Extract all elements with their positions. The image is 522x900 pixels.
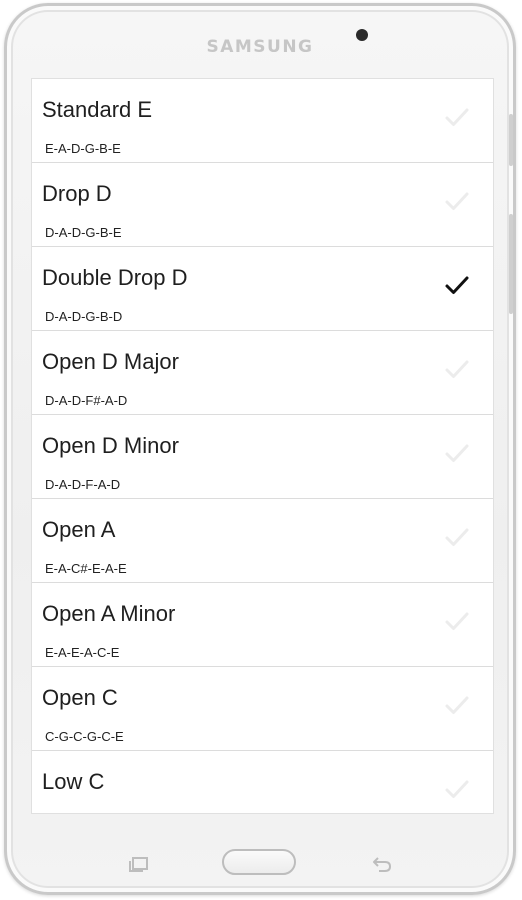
checkmark-icon — [443, 271, 471, 299]
tuning-list: Standard E E-A-D-G-B-E Drop D D-A-D-G-B-E Do… — [32, 79, 493, 813]
back-icon[interactable] — [371, 855, 393, 873]
checkmark-icon — [443, 775, 471, 803]
tuning-name: Drop D — [42, 181, 112, 206]
list-item[interactable]: Double Drop D D-A-D-G-B-D — [32, 247, 493, 331]
tuning-notes: E-A-D-G-B-E — [45, 141, 121, 156]
tuning-name: Open D Minor — [42, 433, 179, 458]
recent-apps-icon[interactable] — [128, 856, 150, 872]
list-item[interactable]: Open D Major D-A-D-F#-A-D — [32, 331, 493, 415]
tuning-notes: D-A-D-F#-A-D — [45, 393, 128, 408]
list-item[interactable]: Standard E E-A-D-G-B-E — [32, 79, 493, 163]
list-item[interactable]: Open D Minor D-A-D-F-A-D — [32, 415, 493, 499]
tuning-name: Open C — [42, 685, 118, 710]
home-button[interactable] — [222, 849, 296, 875]
checkmark-icon — [443, 691, 471, 719]
checkmark-icon — [443, 187, 471, 215]
tuning-notes: D-A-D-F-A-D — [45, 477, 121, 492]
volume-button — [509, 114, 513, 166]
tuning-name: Open A Minor — [42, 601, 176, 626]
checkmark-icon — [443, 439, 471, 467]
checkmark-icon — [443, 103, 471, 131]
tuning-notes: C-G-C-G-C-E — [45, 729, 124, 744]
brand-logo: SAMSUNG — [206, 37, 314, 57]
tuning-notes: E-A-C#-E-A-E — [45, 561, 127, 576]
power-button — [509, 214, 513, 314]
tuning-name: Low C — [42, 769, 105, 794]
list-item[interactable]: Open C C-G-C-G-C-E — [32, 667, 493, 751]
tuning-notes: E-A-E-A-C-E — [45, 645, 120, 660]
checkmark-icon — [443, 523, 471, 551]
checkmark-icon — [443, 355, 471, 383]
list-item[interactable]: Open A E-A-C#-E-A-E — [32, 499, 493, 583]
list-item[interactable]: Open A Minor E-A-E-A-C-E — [32, 583, 493, 667]
tuning-name: Open D Major — [42, 349, 179, 374]
tuning-name: Double Drop D — [42, 265, 188, 290]
list-item[interactable]: Drop D D-A-D-G-B-E — [32, 163, 493, 247]
checkmark-icon — [443, 607, 471, 635]
list-item[interactable]: Low C — [32, 751, 493, 813]
tuning-name: Open A — [42, 517, 116, 542]
front-camera — [356, 29, 368, 41]
tuning-name: Standard E — [42, 97, 153, 122]
tuning-notes: D-A-D-G-B-E — [45, 225, 122, 240]
tuning-notes: D-A-D-G-B-D — [45, 309, 123, 324]
